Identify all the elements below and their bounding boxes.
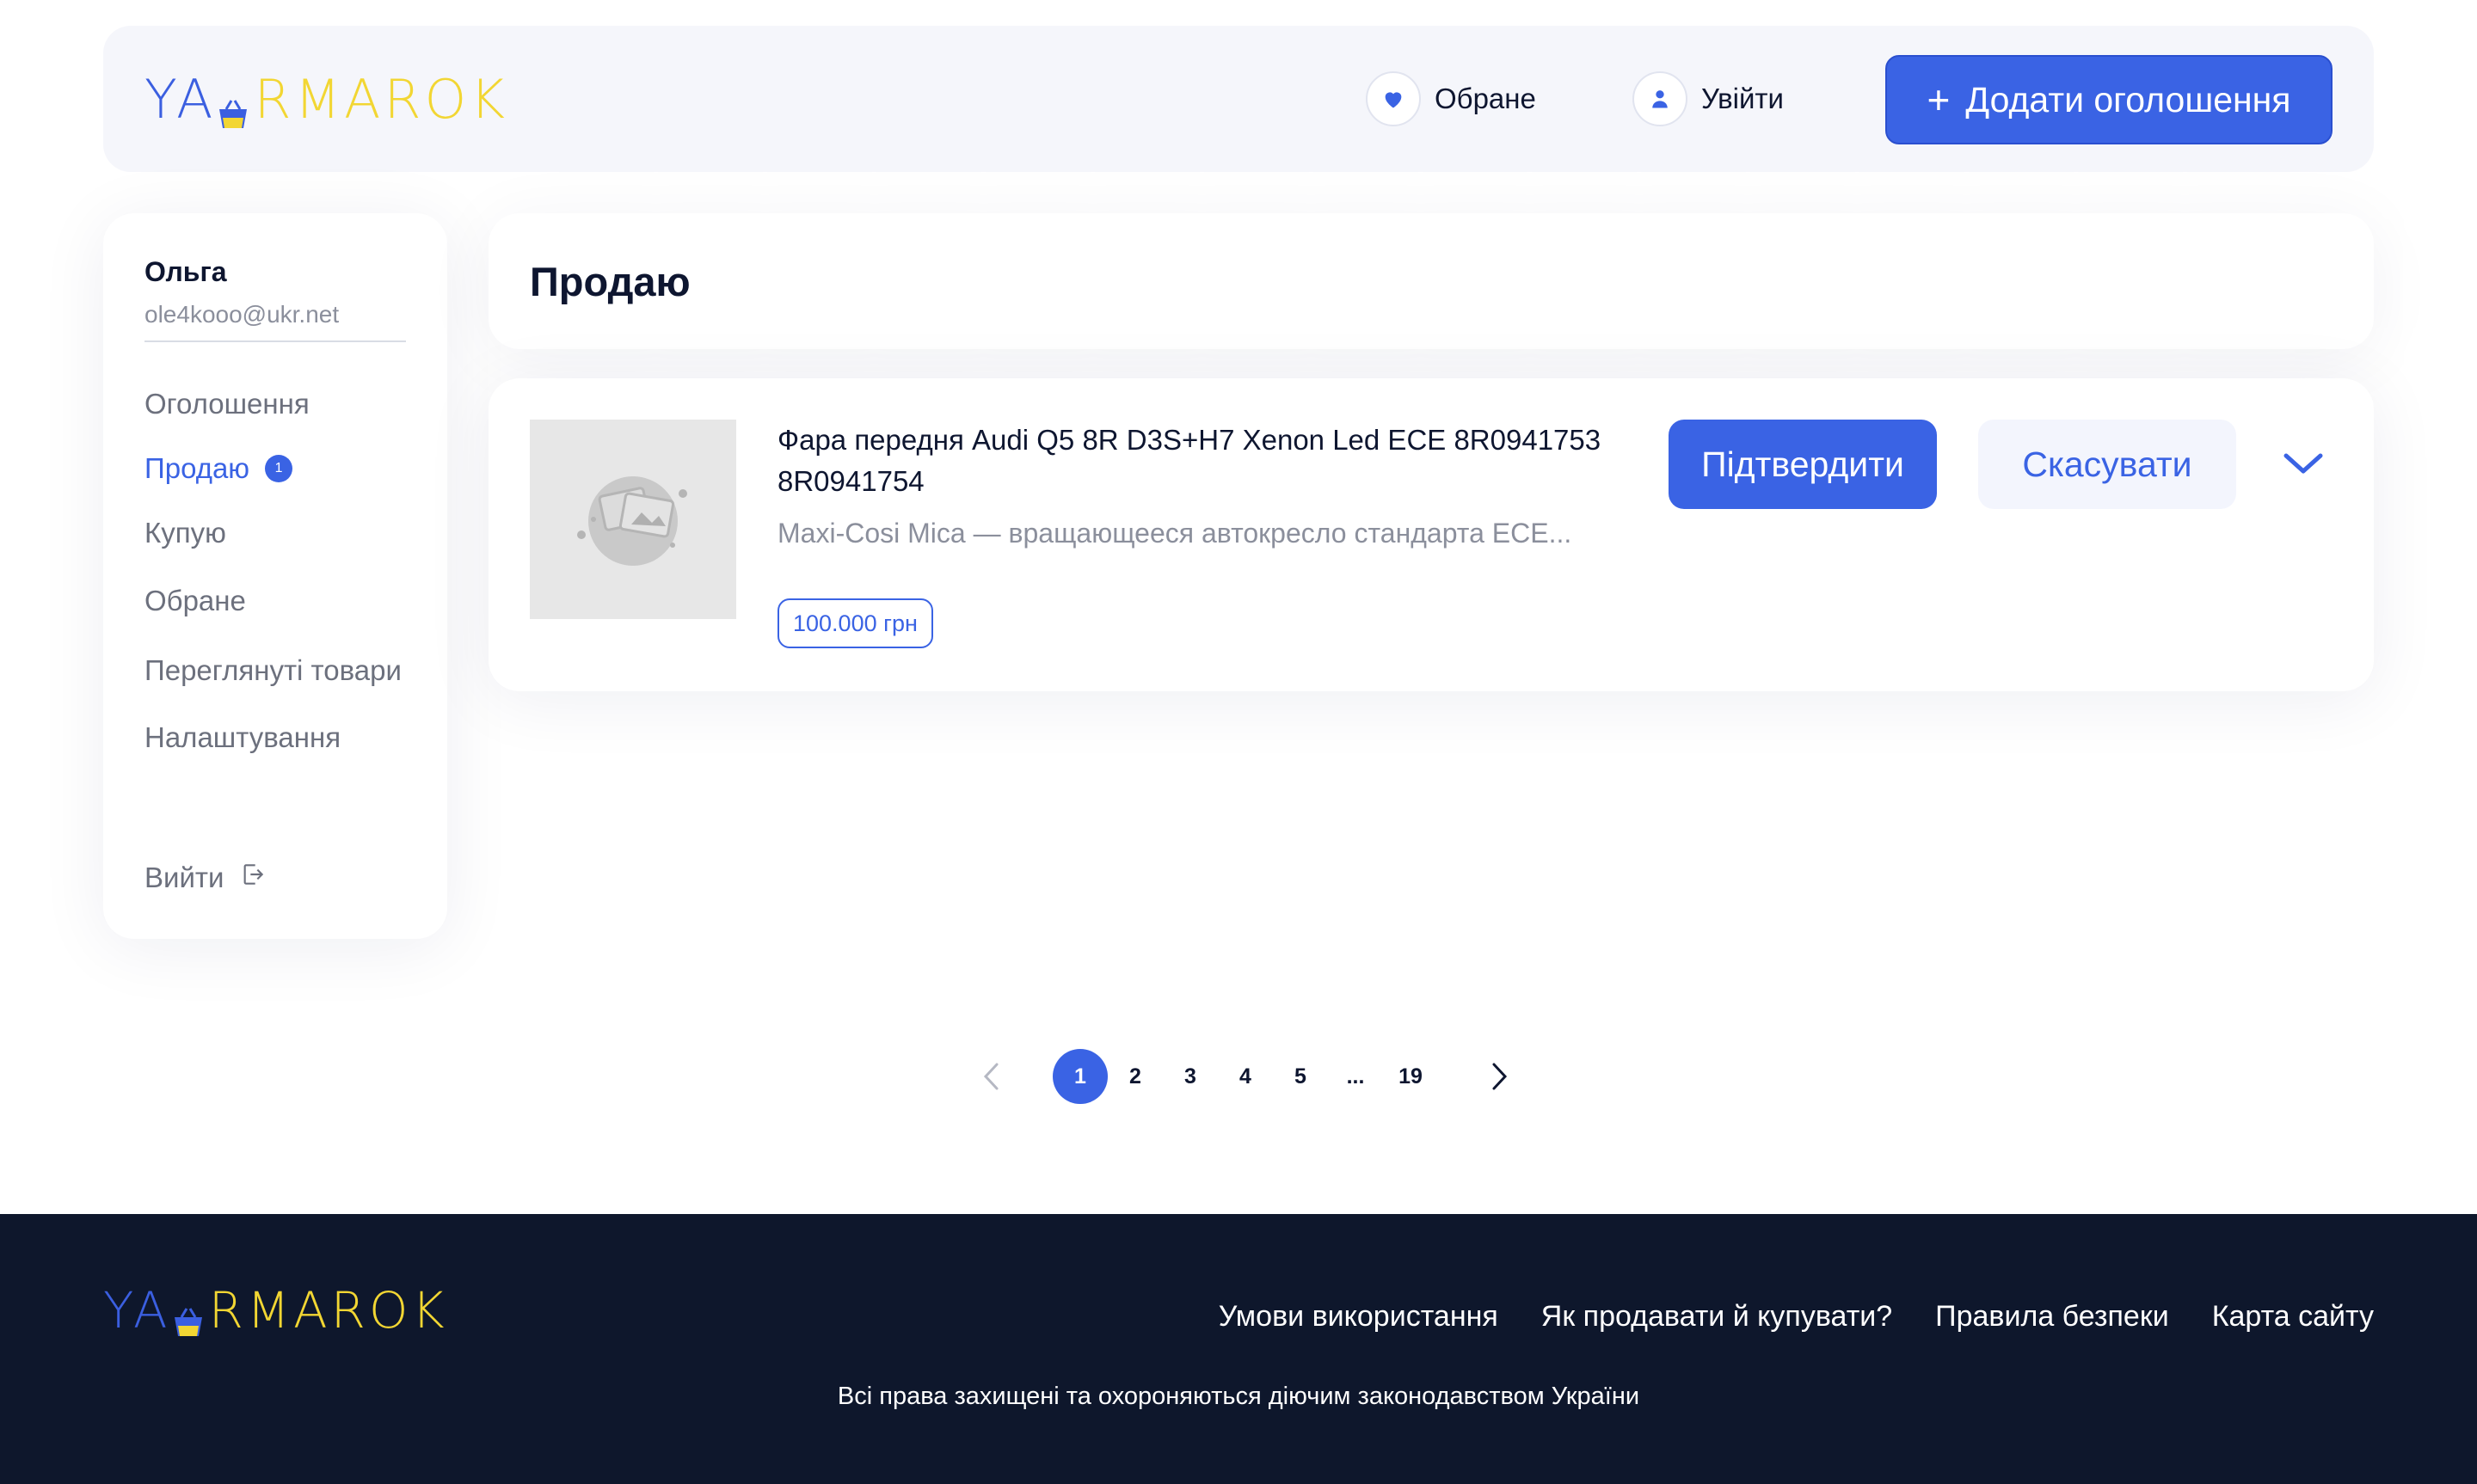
sidebar-item-label: Оголошення (144, 388, 310, 420)
footer-nav: Умови використання Як продавати й купува… (1219, 1300, 2374, 1334)
footer-link-how-to[interactable]: Як продавати й купувати? (1541, 1300, 1892, 1334)
copyright-text: Всі права захищені та охороняються діючи… (837, 1383, 1640, 1410)
logo-text-blue: YA (103, 1281, 171, 1340)
divider (144, 340, 406, 342)
logout-link[interactable]: Вийти (144, 861, 267, 895)
sidebar-item-label: Налаштування (144, 721, 341, 753)
chevron-left-icon[interactable] (963, 1049, 1018, 1104)
logo-text-yellow: RMAROK (254, 67, 509, 131)
heart-icon (1366, 71, 1421, 126)
page-ellipsis: ... (1346, 1064, 1365, 1088)
sidebar-item-viewed[interactable]: Переглянуті товари (144, 654, 402, 687)
logo-text-yellow: RMAROK (208, 1281, 448, 1340)
footer-link-terms[interactable]: Умови використання (1219, 1300, 1498, 1334)
page-header-card: Продаю (489, 213, 2374, 349)
header-favorites-link[interactable]: Обране (1366, 71, 1536, 126)
add-listing-button[interactable]: + Додати оголошення (1885, 55, 2333, 144)
login-label: Увійти (1701, 83, 1784, 114)
footer-link-sitemap[interactable]: Карта сайту (2212, 1300, 2374, 1334)
header-login-link[interactable]: Увійти (1632, 71, 1784, 126)
site-header: YA RMAROK Обране Увійти + Додати оголоше… (103, 26, 2374, 172)
sidebar-item-listings[interactable]: Оголошення (144, 388, 310, 420)
sidebar-item-label: Переглянуті товари (144, 654, 402, 686)
sidebar-item-favorites[interactable]: Обране (144, 585, 246, 617)
page-link[interactable]: 4 (1218, 1049, 1273, 1104)
cancel-button[interactable]: Скасувати (1978, 420, 2236, 509)
sidebar-item-label: Купую (144, 517, 226, 549)
page-link[interactable]: 2 (1108, 1049, 1163, 1104)
chevron-right-icon[interactable] (1472, 1049, 1527, 1104)
account-sidebar: Ольга ole4kooo@ukr.net Оголошення Продаю… (103, 213, 447, 939)
page-link[interactable]: 1 (1053, 1049, 1108, 1104)
page-title: Продаю (530, 259, 691, 304)
footer-logo[interactable]: YA RMAROK (103, 1281, 448, 1340)
site-footer: YA RMAROK Умови використання Як продават… (0, 1214, 2477, 1484)
plus-icon: + (1927, 77, 1951, 122)
listing-description: Maxi-Cosi Mica — вращающееся автокресло … (778, 518, 1572, 549)
price-badge: 100.000 грн (778, 598, 933, 648)
count-badge: 1 (265, 455, 293, 482)
basket-icon (216, 82, 250, 128)
chevron-down-icon[interactable] (2277, 438, 2329, 490)
sidebar-item-label: Продаю (144, 452, 250, 484)
logout-icon (239, 861, 267, 895)
pagination: 1 2 3 4 5 ... 19 (963, 1049, 1527, 1104)
favorites-label: Обране (1435, 83, 1536, 114)
add-listing-label: Додати оголошення (1965, 79, 2291, 120)
confirm-button[interactable]: Підтвердити (1669, 420, 1937, 509)
basket-icon (171, 1293, 206, 1336)
listing-card: Фара передня Audi Q5 8R D3S+H7 Xenon Led… (489, 378, 2374, 691)
logo-text-blue: YA (144, 67, 217, 131)
site-logo[interactable]: YA RMAROK (144, 68, 508, 131)
sidebar-item-selling[interactable]: Продаю 1 (144, 452, 293, 485)
sidebar-item-label: Обране (144, 585, 246, 616)
sidebar-item-buying[interactable]: Купую (144, 517, 226, 549)
user-email: ole4kooo@ukr.net (144, 301, 340, 328)
footer-link-safety[interactable]: Правила безпеки (1935, 1300, 2169, 1334)
user-name: Ольга (144, 256, 227, 287)
page-link[interactable]: 19 (1383, 1049, 1438, 1104)
page-link[interactable]: 3 (1163, 1049, 1218, 1104)
logout-label: Вийти (144, 862, 224, 893)
page-link[interactable]: 5 (1273, 1049, 1328, 1104)
user-icon (1632, 71, 1687, 126)
sidebar-item-settings[interactable]: Налаштування (144, 721, 341, 754)
listing-title[interactable]: Фара передня Audi Q5 8R D3S+H7 Xenon Led… (778, 420, 1603, 502)
image-placeholder-icon[interactable] (530, 420, 736, 619)
